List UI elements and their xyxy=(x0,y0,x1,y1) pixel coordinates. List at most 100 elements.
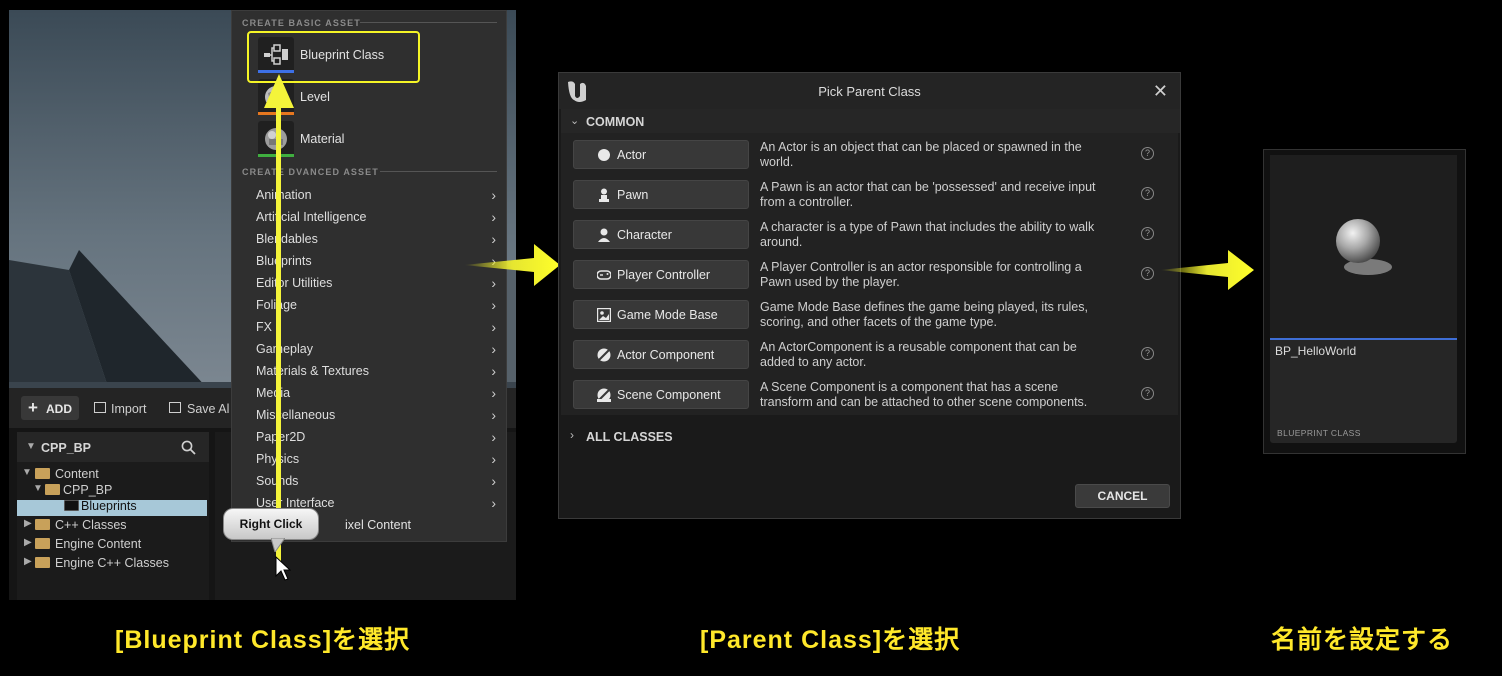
menu-item-blendables[interactable]: Blendables › xyxy=(256,228,496,250)
cpp-folder-icon xyxy=(35,557,50,568)
character-icon xyxy=(598,228,610,242)
class-description: An ActorComponent is a reusable componen… xyxy=(760,340,1105,370)
class-button-game-mode-base[interactable]: Game Mode Base xyxy=(573,300,749,329)
menu-item-media[interactable]: Media › xyxy=(256,382,496,404)
sources-header: ▼ CPP_BP xyxy=(17,432,209,462)
class-button-scene-component[interactable]: Scene Component xyxy=(573,380,749,409)
menu-item-pixel-content[interactable]: ixel Content xyxy=(345,518,411,532)
class-button-pawn[interactable]: Pawn xyxy=(573,180,749,209)
description-line: scoring, and other facets of the game ty… xyxy=(760,315,997,329)
class-button-player-controller[interactable]: Player Controller xyxy=(573,260,749,289)
chevron-right-icon[interactable]: ▶ xyxy=(24,518,32,529)
menu-item-physics[interactable]: Physics› xyxy=(256,448,496,470)
menu-item-label: Blueprints xyxy=(256,254,312,268)
help-icon[interactable]: ? xyxy=(1141,227,1154,240)
asset-tile[interactable]: BP_HelloWorld BLUEPRINT CLASS xyxy=(1270,155,1457,443)
description-line: A Scene Component is a component that ha… xyxy=(760,380,1059,394)
chevron-right-icon[interactable]: ▶ xyxy=(24,556,32,567)
chevron-right-icon: › xyxy=(491,407,496,423)
help-icon[interactable]: ? xyxy=(1141,267,1154,280)
folder-icon xyxy=(35,538,50,549)
folder-open-icon xyxy=(35,468,50,479)
tree-item-engine-content[interactable]: Engine Content xyxy=(55,536,141,552)
right-click-callout: Right Click xyxy=(223,508,319,540)
close-icon[interactable]: ✕ xyxy=(1153,81,1168,102)
asset-type-bar xyxy=(1270,338,1457,340)
all-classes-header[interactable]: › ALL CLASSES xyxy=(561,425,1180,447)
import-button[interactable]: Import xyxy=(111,402,146,416)
description-line: A Player Controller is an actor responsi… xyxy=(760,260,1082,274)
common-section-header[interactable]: ⌄ COMMON xyxy=(561,109,1180,133)
chevron-down-icon[interactable]: ▼ xyxy=(22,467,32,478)
arrow-up-icon xyxy=(264,74,294,108)
chevron-right-icon: › xyxy=(491,429,496,445)
search-icon[interactable] xyxy=(181,440,196,455)
help-icon[interactable]: ? xyxy=(1141,147,1154,160)
dialog-title: Pick Parent Class xyxy=(818,84,921,99)
tree-item-engine-cpp-classes[interactable]: Engine C++ Classes xyxy=(55,555,169,571)
mouse-cursor-icon xyxy=(275,556,291,581)
menu-item-fx[interactable]: FX › xyxy=(256,316,496,338)
arrow-right-icon xyxy=(464,244,560,286)
class-description: A Scene Component is a component that ha… xyxy=(760,380,1105,410)
menu-item-level[interactable]: Level xyxy=(300,90,330,104)
save-all-button[interactable]: Save Al xyxy=(187,402,229,416)
cancel-button[interactable]: CANCEL xyxy=(1075,484,1170,508)
component-icon xyxy=(597,348,611,362)
menu-item-gameplay[interactable]: Gameplay › xyxy=(256,338,496,360)
asset-type-label: BLUEPRINT CLASS xyxy=(1277,428,1361,438)
help-icon[interactable]: ? xyxy=(1141,387,1154,400)
actor-icon xyxy=(598,149,610,161)
chevron-right-icon[interactable]: ▶ xyxy=(24,537,32,548)
class-button-actor[interactable]: Actor xyxy=(573,140,749,169)
tree-item-content[interactable]: Content xyxy=(55,466,99,482)
chevron-right-icon: › xyxy=(491,297,496,313)
menu-item-paper2d[interactable]: Paper2D› xyxy=(256,426,496,448)
menu-item-miscellaneous[interactable]: Miscellaneous › xyxy=(256,404,496,426)
chevron-right-icon: › xyxy=(491,341,496,357)
menu-item-artificial-intelligence[interactable]: Artificial Intelligence › xyxy=(256,206,496,228)
chevron-down-icon[interactable]: ▼ xyxy=(26,441,36,452)
class-description: A Pawn is an actor that can be 'possesse… xyxy=(760,180,1105,210)
class-description: Game Mode Base defines the game being pl… xyxy=(760,300,1105,330)
class-description: A Player Controller is an actor responsi… xyxy=(760,260,1105,290)
divider xyxy=(360,22,497,23)
menu-item-material[interactable]: Material xyxy=(300,132,344,146)
menu-item-sounds[interactable]: Sounds› xyxy=(256,470,496,492)
menu-item-foliage[interactable]: Foliage› xyxy=(256,294,496,316)
common-label: COMMON xyxy=(586,115,645,129)
tree-item-cpp-classes[interactable]: C++ Classes xyxy=(55,517,127,533)
scene-component-icon xyxy=(597,388,611,402)
basic-asset-header: CREATE BASIC ASSET xyxy=(242,18,361,28)
caption-step-1: [Blueprint Class]を選択 xyxy=(115,626,411,654)
sources-title: CPP_BP xyxy=(41,441,92,455)
menu-item-blueprints[interactable]: Blueprints › xyxy=(256,250,496,272)
asset-thumbnail xyxy=(1270,155,1457,339)
description-line: A character is a type of Pawn that inclu… xyxy=(760,220,1095,234)
menu-item-label: Artificial Intelligence xyxy=(256,210,367,224)
menu-item-label: Miscellaneous xyxy=(256,408,336,422)
menu-item-editor-utilities[interactable]: Editor Utilities › xyxy=(256,272,496,294)
chevron-right-icon: › xyxy=(491,451,496,467)
tree-item-blueprints[interactable]: Blueprints xyxy=(81,498,137,514)
asset-name[interactable]: BP_HelloWorld xyxy=(1275,344,1356,358)
folder-icon xyxy=(64,500,79,511)
description-line: An Actor is an object that can be placed… xyxy=(760,140,1082,154)
add-button[interactable]: + ADD xyxy=(21,396,79,420)
menu-item-label: FX xyxy=(256,320,272,334)
chevron-down-icon[interactable]: ▼ xyxy=(33,483,43,494)
menu-item-materials-textures[interactable]: Materials & Textures › xyxy=(256,360,496,382)
menu-item-animation[interactable]: Animation › xyxy=(256,184,496,206)
plus-icon: + xyxy=(28,398,38,417)
menu-item-label: Editor Utilities xyxy=(256,276,333,290)
description-line: added to any actor. xyxy=(760,355,867,369)
class-button-actor-component[interactable]: Actor Component xyxy=(573,340,749,369)
tree-item-cpp-bp[interactable]: CPP_BP xyxy=(63,482,112,498)
class-button-label: Player Controller xyxy=(617,268,711,282)
help-icon[interactable]: ? xyxy=(1141,187,1154,200)
description-line: from a controller. xyxy=(760,195,854,209)
help-icon[interactable]: ? xyxy=(1141,347,1154,360)
description-line: An ActorComponent is a reusable componen… xyxy=(760,340,1077,354)
class-button-character[interactable]: Character xyxy=(573,220,749,249)
description-line: around. xyxy=(760,235,803,249)
